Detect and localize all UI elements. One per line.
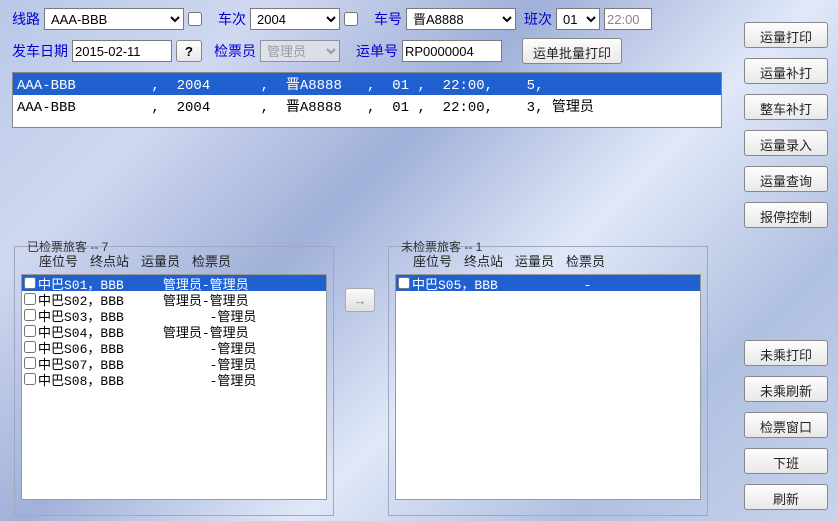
- unchecked-group: 未检票旅客 -- 1 座位号 终点站 运量员 检票员 中巴S05，BBB -: [388, 246, 708, 516]
- depart-label: 发车日期: [12, 41, 68, 61]
- checked-group: 已检票旅客 -- 7 座位号 终点站 运量员 检票员 中巴S01，BBB 管理员…: [14, 246, 334, 516]
- shift-select[interactable]: 01: [556, 8, 600, 30]
- list-item[interactable]: 中巴S05，BBB -: [396, 275, 700, 291]
- waybill-label: 运单号: [356, 41, 398, 61]
- action-button[interactable]: 运量查询: [744, 166, 828, 192]
- trip-select[interactable]: 2004: [250, 8, 340, 30]
- unchecked-list[interactable]: 中巴S05，BBB -: [395, 274, 701, 500]
- time-field: [604, 8, 652, 30]
- inspector-select: 管理员: [260, 40, 340, 62]
- route-checkbox[interactable]: [188, 12, 202, 26]
- checked-list[interactable]: 中巴S01，BBB 管理员-管理员中巴S02，BBB 管理员-管理员中巴S03，…: [21, 274, 327, 500]
- route-select[interactable]: AAA-BBB: [44, 8, 184, 30]
- waybill-field[interactable]: [402, 40, 502, 62]
- action-button[interactable]: 报停控制: [744, 202, 828, 228]
- action-button[interactable]: 未乘打印: [744, 340, 828, 366]
- row-checkbox[interactable]: [24, 325, 36, 337]
- trip-row[interactable]: AAA-BBB , 2004 , 晋A8888 , 01 , 22:00, 3,…: [13, 95, 721, 117]
- route-label: 线路: [12, 9, 40, 29]
- row-checkbox[interactable]: [24, 341, 36, 353]
- action-button[interactable]: 运量录入: [744, 130, 828, 156]
- row-checkbox[interactable]: [24, 373, 36, 385]
- vehno-select[interactable]: 晋A8888: [406, 8, 516, 30]
- depart-date-field[interactable]: [72, 40, 172, 62]
- action-button[interactable]: 整车补打: [744, 94, 828, 120]
- action-button[interactable]: 运量打印: [744, 22, 828, 48]
- vehno-label: 车号: [374, 9, 402, 29]
- row-checkbox[interactable]: [398, 277, 410, 289]
- action-button[interactable]: 检票窗口: [744, 412, 828, 438]
- action-button[interactable]: 运量补打: [744, 58, 828, 84]
- row-checkbox[interactable]: [24, 357, 36, 369]
- list-item[interactable]: 中巴S08，BBB -管理员: [22, 371, 326, 387]
- unchecked-group-title: 未检票旅客 -- 1: [397, 238, 486, 255]
- row-checkbox[interactable]: [24, 277, 36, 289]
- row-checkbox[interactable]: [24, 293, 36, 305]
- action-button[interactable]: 未乘刷新: [744, 376, 828, 402]
- action-button[interactable]: 刷新: [744, 484, 828, 510]
- trip-checkbox[interactable]: [344, 12, 358, 26]
- trip-row[interactable]: AAA-BBB , 2004 , 晋A8888 , 01 , 22:00, 5,: [13, 73, 721, 95]
- bottom-button-panel: 未乘打印未乘刷新检票窗口下班刷新: [744, 340, 828, 510]
- action-button[interactable]: 下班: [744, 448, 828, 474]
- batch-print-button[interactable]: 运单批量打印: [522, 38, 622, 64]
- shift-label: 班次: [524, 9, 552, 29]
- date-help-button[interactable]: ?: [176, 40, 202, 62]
- checked-group-title: 已检票旅客 -- 7: [23, 238, 112, 255]
- row-checkbox[interactable]: [24, 309, 36, 321]
- trip-label: 车次: [218, 9, 246, 29]
- trip-list[interactable]: AAA-BBB , 2004 , 晋A8888 , 01 , 22:00, 5,…: [12, 72, 722, 128]
- move-right-button[interactable]: →: [345, 288, 375, 312]
- right-button-panel: 运量打印运量补打整车补打运量录入运量查询报停控制: [744, 22, 828, 228]
- inspector-label: 检票员: [214, 41, 256, 61]
